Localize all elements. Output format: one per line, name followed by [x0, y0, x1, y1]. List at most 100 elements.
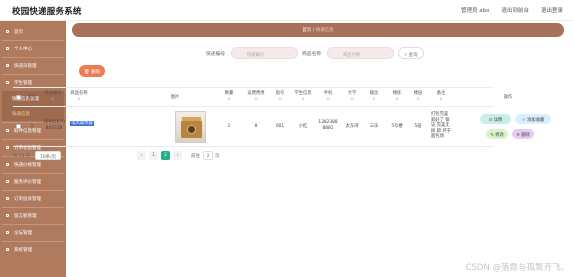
col-fee[interactable]: 运费费用 ⇅ — [245, 91, 267, 101]
cell-quantity: 1 — [227, 124, 231, 129]
sidebar-item-label: 个人中心 — [14, 46, 32, 52]
col-phone[interactable]: 手机 ⇅ — [317, 91, 339, 101]
cell-remark: 打包完美 就好了 保 证 完美无 损 即 坏于 面包场 — [431, 112, 451, 139]
col-index: 索引 — [27, 95, 37, 100]
sort-icon: ⇅ — [372, 96, 376, 101]
table-header: 索引 快递编号 ⇅ 商品名称 ⇅ 图片 数量 ⇅ 运费费用 ⇅ 宿号 ⇅ 学生信息 ⇅ 手机… — [13, 87, 512, 107]
search-bar: 快递编号 快递编号 商品名称 商品名称 ⌕ 查询 — [66, 45, 573, 61]
total-count: 共 11 条 — [13, 154, 31, 159]
sidebar-item-label: 快递价格管理 — [14, 162, 41, 168]
sidebar-item-profile[interactable]: 个人中心 — [2, 41, 64, 56]
price-icon — [6, 163, 9, 166]
col-floor[interactable]: 楼层 ⇅ — [409, 91, 427, 101]
row-checkbox[interactable] — [16, 124, 21, 129]
sidebar-item-label: 留言板管理 — [14, 213, 37, 219]
sidebar-item-couriers[interactable]: 快递员管理 — [2, 58, 64, 73]
top-bar: 校园快递服务系统 管理员 abo 退出到前台 退出登录 — [0, 0, 573, 21]
sort-icon: ⇅ — [326, 96, 330, 101]
main-content: 首页 / 快递信息 快递编号 快递编号 商品名称 商品名称 ⌕ 查询 🗑 删除 — [66, 21, 573, 277]
cell-phone: 1382388 8881 — [318, 120, 338, 131]
col-goods-name[interactable]: 商品名称 ⇅ — [67, 91, 91, 101]
sidebar-item-messages[interactable]: 留言板管理 — [2, 208, 64, 223]
sidebar-item-system[interactable]: 系统管理 — [2, 242, 64, 257]
col-remark[interactable]: 备注 ⇅ — [431, 91, 451, 101]
sidebar-item-label: 首页 — [14, 29, 23, 35]
cell-building: 5号楼 — [391, 124, 403, 129]
col-university[interactable]: 大学 ⇅ — [343, 91, 361, 101]
col-image: 图片 — [170, 95, 180, 100]
prev-page-button[interactable]: ‹ — [137, 151, 146, 160]
sidebar-item-forum[interactable]: 论坛管理 — [2, 225, 64, 240]
logout-link[interactable]: 退出登录 — [541, 6, 563, 14]
cell-fee: 8 — [254, 124, 258, 129]
sort-icon: ⇅ — [278, 96, 282, 101]
sort-icon: ⇅ — [227, 96, 231, 101]
user-label: 管理员 abo — [460, 8, 490, 14]
sort-icon: ⇅ — [416, 96, 420, 101]
user-icon — [6, 47, 9, 50]
gear-icon — [6, 248, 9, 251]
detail-button[interactable]: ⊙ 详情 — [480, 114, 511, 124]
pagination: 共 11 条 10条/页 ‹ 1 2 › 前往 2 页 — [13, 151, 220, 161]
table-row: 1 16945670 844338 电风扇水器 1 8 001 小红 13823… — [13, 107, 494, 147]
cell-floor: 5层 — [414, 124, 422, 129]
sidebar-item-home[interactable]: 首页 — [2, 24, 64, 39]
col-student[interactable]: 学生信息 ⇅ — [291, 91, 315, 101]
sort-icon: ⇅ — [77, 96, 81, 101]
goto-page-input[interactable]: 2 — [203, 151, 213, 160]
goods-name-input[interactable]: 商品名称 — [327, 47, 394, 59]
pickup-icon — [6, 129, 9, 132]
sort-icon: ⇅ — [254, 96, 258, 101]
page-1-button[interactable]: 1 — [149, 151, 158, 160]
sort-icon: ⇅ — [301, 96, 305, 101]
app-title: 校园快递服务系统 — [12, 7, 82, 17]
col-dorm[interactable]: 寝舍 ⇅ — [365, 91, 383, 101]
cell-student: 小红 — [298, 124, 308, 129]
sidebar: 首页 个人中心 快递员管理 学生管理 快递信息管理 快递信息 取件信息管理 订单… — [0, 21, 66, 277]
complaint-icon — [6, 197, 9, 200]
sort-icon: ⇅ — [350, 96, 354, 101]
sidebar-item-label: 学生管理 — [14, 80, 32, 86]
goto-suffix: 页 — [215, 154, 220, 159]
breadcrumb-current: 快递信息 — [315, 28, 334, 33]
goto-label: 前往 — [191, 154, 200, 159]
search-button[interactable]: ⌕ 查询 — [398, 47, 424, 59]
page-2-button[interactable]: 2 — [161, 151, 170, 160]
sort-icon: ⇅ — [51, 96, 55, 101]
row-delete-button[interactable]: ✕ 删除 — [512, 129, 534, 139]
sidebar-item-complaints[interactable]: 订单投诉管理 — [2, 191, 64, 206]
front-link[interactable]: 退出到前台 — [501, 6, 529, 14]
sort-icon: ⇅ — [395, 96, 399, 101]
cell-dorm: 三乐 — [369, 124, 379, 129]
breadcrumb: 首页 / 快递信息 — [72, 23, 564, 37]
cell-goods-name: 电风扇水器 — [70, 121, 94, 126]
cell-index: 1 — [30, 124, 34, 129]
forum-icon — [6, 231, 9, 234]
sidebar-item-label: 论坛管理 — [14, 230, 32, 236]
student-icon — [6, 81, 9, 84]
review-icon — [6, 180, 9, 183]
sidebar-item-reviews[interactable]: 服务评价管理 — [2, 174, 64, 189]
col-building[interactable]: 楼栋 ⇅ — [387, 91, 407, 101]
breadcrumb-home[interactable]: 首页 — [302, 28, 311, 33]
col-express-code[interactable]: 快递编号 ⇅ — [41, 91, 65, 101]
sort-icon: ⇅ — [439, 96, 443, 101]
col-room[interactable]: 宿号 ⇅ — [271, 91, 289, 101]
edit-button[interactable]: ✎ 修改 — [486, 129, 508, 139]
sidebar-item-label: 订单投诉管理 — [14, 196, 41, 202]
col-quantity[interactable]: 数量 ⇅ — [221, 91, 237, 101]
delete-button[interactable]: 🗑 删除 — [79, 65, 105, 77]
goods-name-label: 商品名称 — [302, 52, 322, 57]
sidebar-item-label: 快递员管理 — [14, 63, 37, 69]
cell-room: 001 — [275, 124, 285, 129]
message-icon — [6, 214, 9, 217]
trash-icon: 🗑 — [83, 69, 92, 75]
top-bar-links: 管理员 abo 退出到前台 退出登录 — [461, 6, 563, 14]
sidebar-item-label: 系统管理 — [14, 247, 32, 253]
favorite-button[interactable]: ☆ 添加收藏 — [515, 114, 551, 124]
page-size-select[interactable]: 10条/页 — [35, 151, 61, 160]
next-page-button[interactable]: › — [173, 151, 182, 160]
select-all-checkbox[interactable] — [16, 95, 21, 100]
sidebar-item-label: 服务评价管理 — [14, 179, 41, 185]
express-code-input[interactable]: 快递编号 — [231, 47, 298, 59]
